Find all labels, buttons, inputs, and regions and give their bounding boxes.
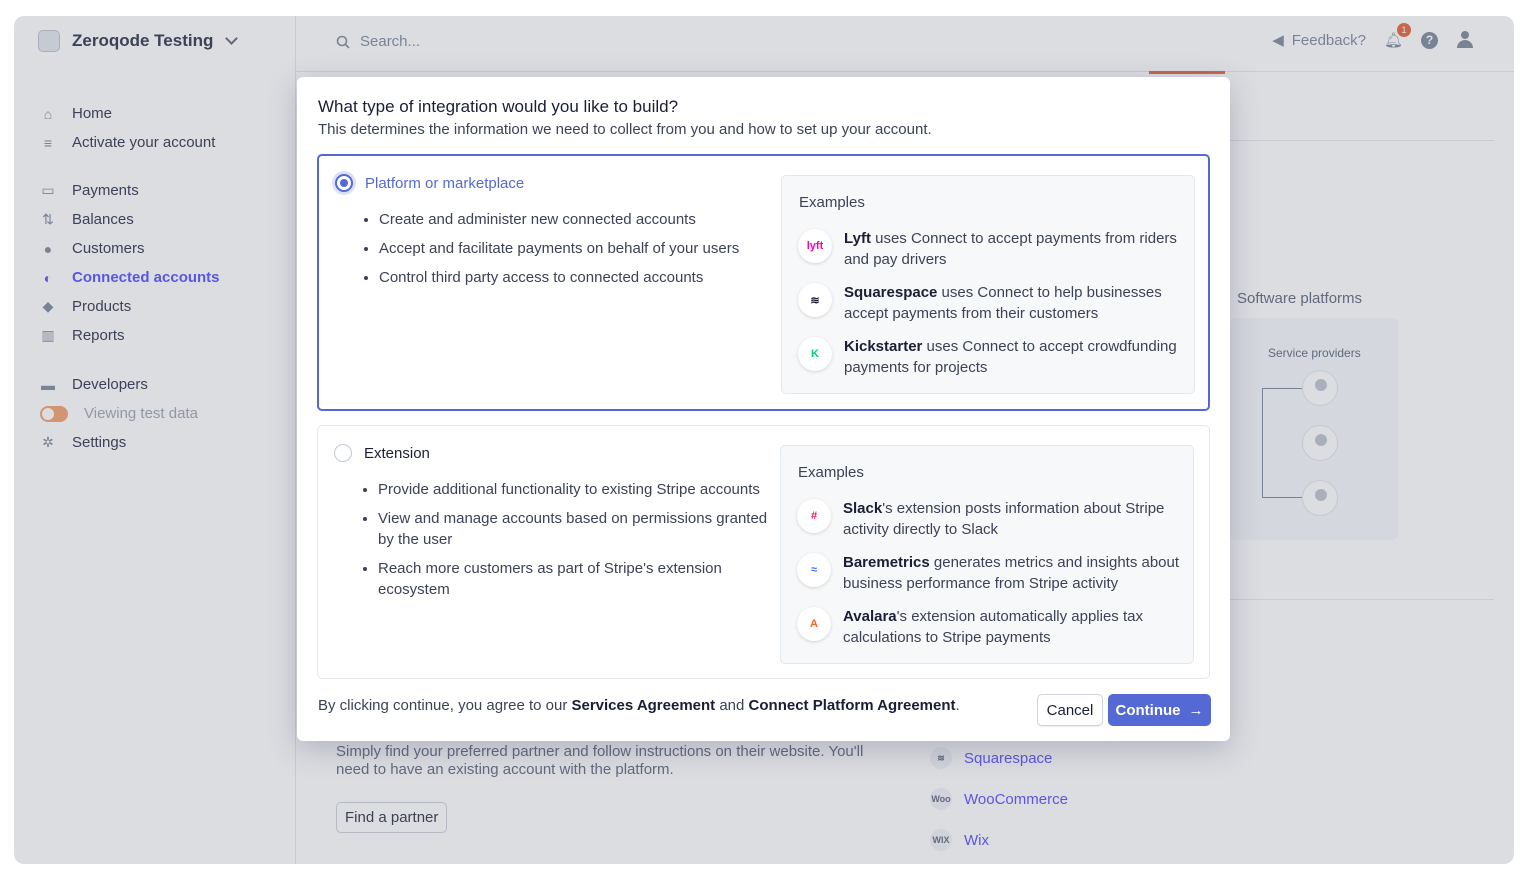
example-lyft: lyft Lyft uses Connect to accept payments… — [798, 228, 1183, 270]
modal-subtitle: This determines the information we need … — [318, 121, 932, 138]
example-text: Baremetrics generates metrics and insigh… — [843, 552, 1182, 594]
example-description: 's extension posts information about Str… — [843, 500, 1165, 538]
kickstarter-logo-icon: K — [798, 337, 832, 371]
continue-button[interactable]: Continue → — [1108, 694, 1211, 726]
option-title: Platform or marketplace — [365, 174, 525, 192]
option-radio[interactable] — [335, 174, 353, 192]
example-company: Lyft — [844, 230, 871, 247]
example-company: Baremetrics — [843, 554, 930, 571]
agreement-text: By clicking continue, you agree to our S… — [318, 697, 960, 714]
example-text: Avalara's extension automatically applie… — [843, 606, 1182, 648]
services-agreement-link[interactable]: Services Agreement — [571, 697, 715, 714]
option-title: Extension — [364, 444, 430, 462]
connect-platform-agreement-link[interactable]: Connect Platform Agreement — [749, 697, 956, 714]
example-text: Kickstarter uses Connect to accept crowd… — [844, 336, 1183, 378]
bullet-item: Create and administer new connected acco… — [379, 209, 774, 230]
examples-title: Examples — [799, 194, 865, 211]
example-company: Kickstarter — [844, 338, 923, 355]
option-bullets: Provide additional functionality to exis… — [378, 479, 773, 608]
option-radio[interactable] — [334, 444, 352, 462]
squarespace-logo-icon: ≋ — [798, 283, 832, 317]
example-company: Avalara — [843, 608, 897, 625]
example-baremetrics: ≈ Baremetrics generates metrics and insig… — [797, 552, 1182, 594]
continue-label: Continue — [1115, 701, 1181, 719]
example-text: Squarespace uses Connect to help busines… — [844, 282, 1183, 324]
examples-panel: Examples lyft Lyft uses Connect to accept … — [781, 175, 1195, 394]
option-extension[interactable]: Extension Provide additional functionalit… — [317, 425, 1210, 679]
example-company: Slack — [843, 500, 883, 517]
arrow-right-icon: → — [1188, 701, 1204, 719]
examples-panel: Examples # Slack's extension posts informa… — [780, 445, 1194, 664]
example-squarespace: ≋ Squarespace uses Connect to help busine… — [798, 282, 1183, 324]
option-header[interactable]: Extension — [334, 444, 430, 462]
integration-type-modal: What type of integration would you like … — [297, 77, 1230, 741]
bullet-item: Accept and facilitate payments on behalf… — [379, 238, 774, 259]
example-company: Squarespace — [844, 284, 938, 301]
modal-title: What type of integration would you like … — [318, 97, 679, 116]
slack-logo-icon: # — [797, 499, 831, 533]
examples-title: Examples — [798, 464, 864, 481]
lyft-logo-icon: lyft — [798, 229, 832, 263]
agreement-prefix: By clicking continue, you agree to our — [318, 697, 572, 714]
example-avalara: A Avalara's extension automatically appli… — [797, 606, 1182, 648]
agreement-suffix: . — [955, 697, 960, 714]
example-kickstarter: K Kickstarter uses Connect to accept crow… — [798, 336, 1183, 378]
avalara-logo-icon: A — [797, 607, 831, 641]
option-header[interactable]: Platform or marketplace — [335, 174, 524, 192]
cancel-button[interactable]: Cancel — [1037, 694, 1103, 726]
bullet-item: Control third party access to connected … — [379, 267, 774, 288]
bullet-item: View and manage accounts based on permis… — [378, 508, 773, 550]
baremetrics-logo-icon: ≈ — [797, 553, 831, 587]
example-text: Lyft uses Connect to accept payments fro… — [844, 228, 1183, 270]
bullet-item: Reach more customers as part of Stripe's… — [378, 558, 773, 600]
example-slack: # Slack's extension posts information abo… — [797, 498, 1182, 540]
option-platform-or-marketplace[interactable]: Platform or marketplace Create and admini… — [317, 154, 1210, 411]
option-bullets: Create and administer new connected acco… — [379, 209, 774, 296]
example-text: Slack's extension posts information abou… — [843, 498, 1182, 540]
example-description: uses Connect to accept payments from rid… — [844, 230, 1177, 268]
agreement-middle: and — [715, 697, 749, 714]
bullet-item: Provide additional functionality to exis… — [378, 479, 773, 500]
